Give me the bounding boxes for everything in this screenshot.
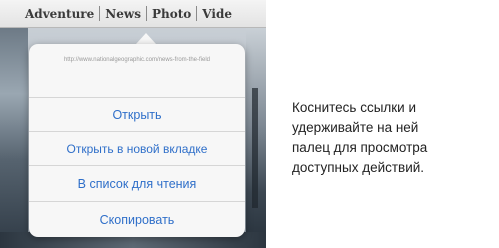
nav-link-video[interactable]: Vide [197,7,237,21]
link-url: http://www.nationalgeographic.com/news-f… [63,57,211,63]
caption-line: удерживайте на ней [292,120,419,135]
link-actions-popover: http://www.nationalgeographic.com/news-f… [29,44,245,237]
photo-detail [252,88,258,208]
nav-link-adventure[interactable]: Adventure [20,7,99,21]
copy-link-button[interactable]: Скопировать [29,201,245,237]
add-to-reading-list-button[interactable]: В список для чтения [29,165,245,202]
browser-screenshot: Adventure News Photo Vide http://www.nat… [0,0,266,248]
illustration: Adventure News Photo Vide http://www.nat… [0,0,499,248]
open-link-button[interactable]: Открыть [29,97,245,132]
caption-line: палец для просмотра [292,140,428,155]
caption-line: Коснитесь ссылки и [292,100,417,115]
instruction-caption: Коснитесь ссылки и удерживайте на ней па… [292,98,497,178]
caption-line: доступных действий. [292,160,425,175]
nav-link-news[interactable]: News [100,7,146,21]
background-photo [246,28,266,248]
site-navigation-bar: Adventure News Photo Vide [0,0,266,28]
background-photo [0,28,28,248]
nav-link-photo[interactable]: Photo [147,7,196,21]
popover-arrow [136,33,156,44]
open-in-new-tab-button[interactable]: Открыть в новой вкладке [29,131,245,166]
